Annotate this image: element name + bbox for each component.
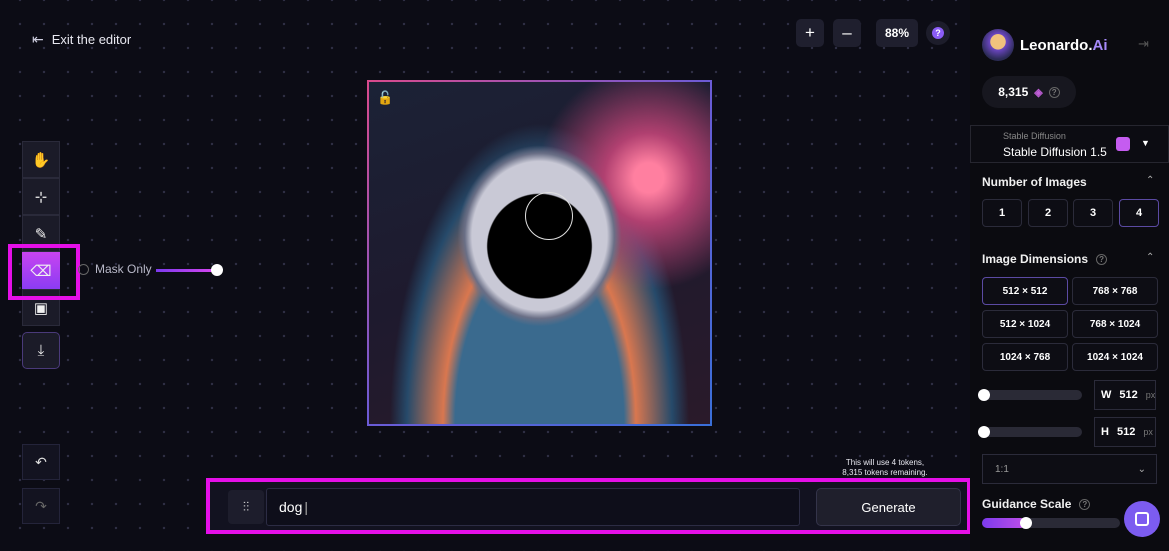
num-images-4[interactable]: 4 (1119, 199, 1159, 227)
dim-768x768[interactable]: 768 × 768 (1072, 277, 1158, 305)
token-count: 8,315 (998, 85, 1029, 99)
model-value: Stable Diffusion 1.5 (1003, 145, 1107, 159)
brand[interactable]: Leonardo.Ai (982, 29, 1108, 61)
editor-canvas[interactable]: ⇤ Exit the editor + – 88% ? ✋ ⊹ ✎ ⌫ ▣ ⤓ … (0, 0, 970, 551)
image-icon: ▣ (33, 299, 49, 317)
dim-768x1024[interactable]: 768 × 1024 (1072, 310, 1158, 338)
eraser-highlight-box (8, 244, 80, 300)
chevron-down-icon: ⌄ (1137, 463, 1146, 475)
info-icon[interactable]: ? (1048, 86, 1060, 98)
arrow-left-bar-icon: ⇤ (32, 31, 44, 47)
height-slider[interactable] (978, 426, 1082, 438)
image-dimensions-title: Image Dimensions? (982, 252, 1108, 266)
chat-icon (1135, 512, 1149, 526)
num-images-3[interactable]: 3 (1073, 199, 1113, 227)
chevron-up-icon[interactable]: ⌃ (1146, 175, 1154, 186)
mask-only-toggle[interactable]: Mask Only (78, 262, 152, 276)
model-badge-icon (1116, 137, 1130, 151)
dim-1024x768[interactable]: 1024 × 768 (982, 343, 1068, 371)
hand-tool-button[interactable]: ✋ (22, 141, 60, 178)
chat-support-button[interactable] (1124, 501, 1160, 537)
width-slider[interactable] (978, 389, 1082, 401)
height-value: 512 (1116, 426, 1136, 438)
number-of-images-label: Number of Images (982, 175, 1087, 189)
aspect-ratio-value: 1:1 (995, 463, 1009, 475)
num-images-1[interactable]: 1 (982, 199, 1022, 227)
collapse-sidebar-icon[interactable]: ⇥ (1138, 36, 1149, 52)
height-slider-knob[interactable] (978, 426, 990, 438)
generate-button[interactable]: Generate (816, 488, 961, 526)
sliders-icon: ⫶⫶ (242, 499, 250, 514)
select-tool-button[interactable]: ⊹ (22, 178, 60, 215)
redo-icon: ↷ (35, 497, 47, 514)
exit-editor-button[interactable]: ⇤ Exit the editor (32, 31, 131, 48)
zoom-level[interactable]: 88% (876, 19, 918, 47)
download-icon: ⤓ (37, 342, 45, 359)
guidance-scale-label: Guidance Scale (982, 497, 1072, 511)
download-button[interactable]: ⤓ (22, 332, 60, 369)
model-label: Stable Diffusion (1003, 131, 1066, 141)
help-icon: ? (932, 27, 944, 39)
mask-only-label: Mask Only (95, 262, 152, 276)
height-field[interactable]: H 512 px (1094, 417, 1156, 447)
unlock-icon[interactable]: 🔓 (377, 90, 393, 106)
dim-512x1024[interactable]: 512 × 1024 (982, 310, 1068, 338)
prompt-text: dog (279, 499, 303, 515)
exit-editor-label: Exit the editor (51, 32, 132, 47)
number-of-images-title: Number of Images (982, 175, 1087, 189)
brand-name: Leonardo. (1020, 36, 1093, 54)
prompt-bar: ⫶⫶ dog | Generate (206, 478, 971, 534)
chevron-up-icon[interactable]: ⌃ (1146, 252, 1154, 263)
height-unit: px (1143, 427, 1153, 437)
astronaut-image[interactable]: 🔓 (367, 80, 712, 426)
brush-size-slider[interactable] (156, 264, 223, 276)
token-usage-note: This will use 4 tokens, 8,315 tokens rem… (820, 458, 950, 478)
info-icon[interactable]: ? (1096, 253, 1108, 265)
dim-1024x1024[interactable]: 1024 × 1024 (1072, 343, 1158, 371)
width-slider-knob[interactable] (978, 389, 990, 401)
model-select[interactable]: Stable Diffusion Stable Diffusion 1.5 ▼ (970, 125, 1169, 163)
chevron-down-icon: ▼ (1141, 138, 1150, 148)
aspect-ratio-select[interactable]: 1:1 ⌄ (982, 454, 1157, 484)
select-icon: ⊹ (34, 188, 48, 206)
token-note-line1: This will use 4 tokens, (845, 458, 925, 467)
undo-button[interactable]: ↶ (22, 444, 60, 480)
height-label: H (1101, 426, 1109, 438)
width-field[interactable]: W 512 px (1094, 380, 1156, 410)
dim-512x512[interactable]: 512 × 512 (982, 277, 1068, 305)
prompt-input[interactable]: dog | (266, 488, 800, 526)
guidance-scale-title: Guidance Scale? (982, 497, 1091, 511)
undo-icon: ↶ (35, 453, 47, 470)
settings-sidebar: Leonardo.Ai ⇥ 8,315 ◈ ? Stable Diffusion… (970, 0, 1169, 551)
image-dimensions-label: Image Dimensions (982, 252, 1089, 266)
width-value: 512 (1119, 389, 1138, 401)
token-note-line2: 8,315 tokens remaining. (842, 468, 928, 477)
prompt-settings-button[interactable]: ⫶⫶ (228, 490, 264, 524)
guidance-scale-slider[interactable] (982, 517, 1120, 529)
width-unit: px (1145, 390, 1156, 400)
guidance-knob[interactable] (1020, 517, 1032, 529)
token-coin-icon: ◈ (1034, 86, 1043, 99)
zoom-in-button[interactable]: + (796, 19, 824, 47)
brush-icon: ✎ (34, 225, 48, 243)
mask-radio[interactable] (78, 263, 89, 275)
zoom-out-button[interactable]: – (833, 19, 861, 47)
info-icon[interactable]: ? (1079, 498, 1091, 510)
help-button[interactable]: ? (926, 21, 950, 45)
hand-icon: ✋ (31, 151, 51, 169)
avatar[interactable] (982, 29, 1014, 61)
token-balance: 8,315 ◈ ? (982, 76, 1076, 108)
num-images-2[interactable]: 2 (1028, 199, 1068, 227)
redo-button[interactable]: ↷ (22, 488, 60, 524)
brand-ai: Ai (1092, 36, 1108, 54)
brush-cursor (525, 192, 573, 240)
slider-knob[interactable] (211, 264, 223, 276)
width-label: W (1101, 389, 1112, 401)
